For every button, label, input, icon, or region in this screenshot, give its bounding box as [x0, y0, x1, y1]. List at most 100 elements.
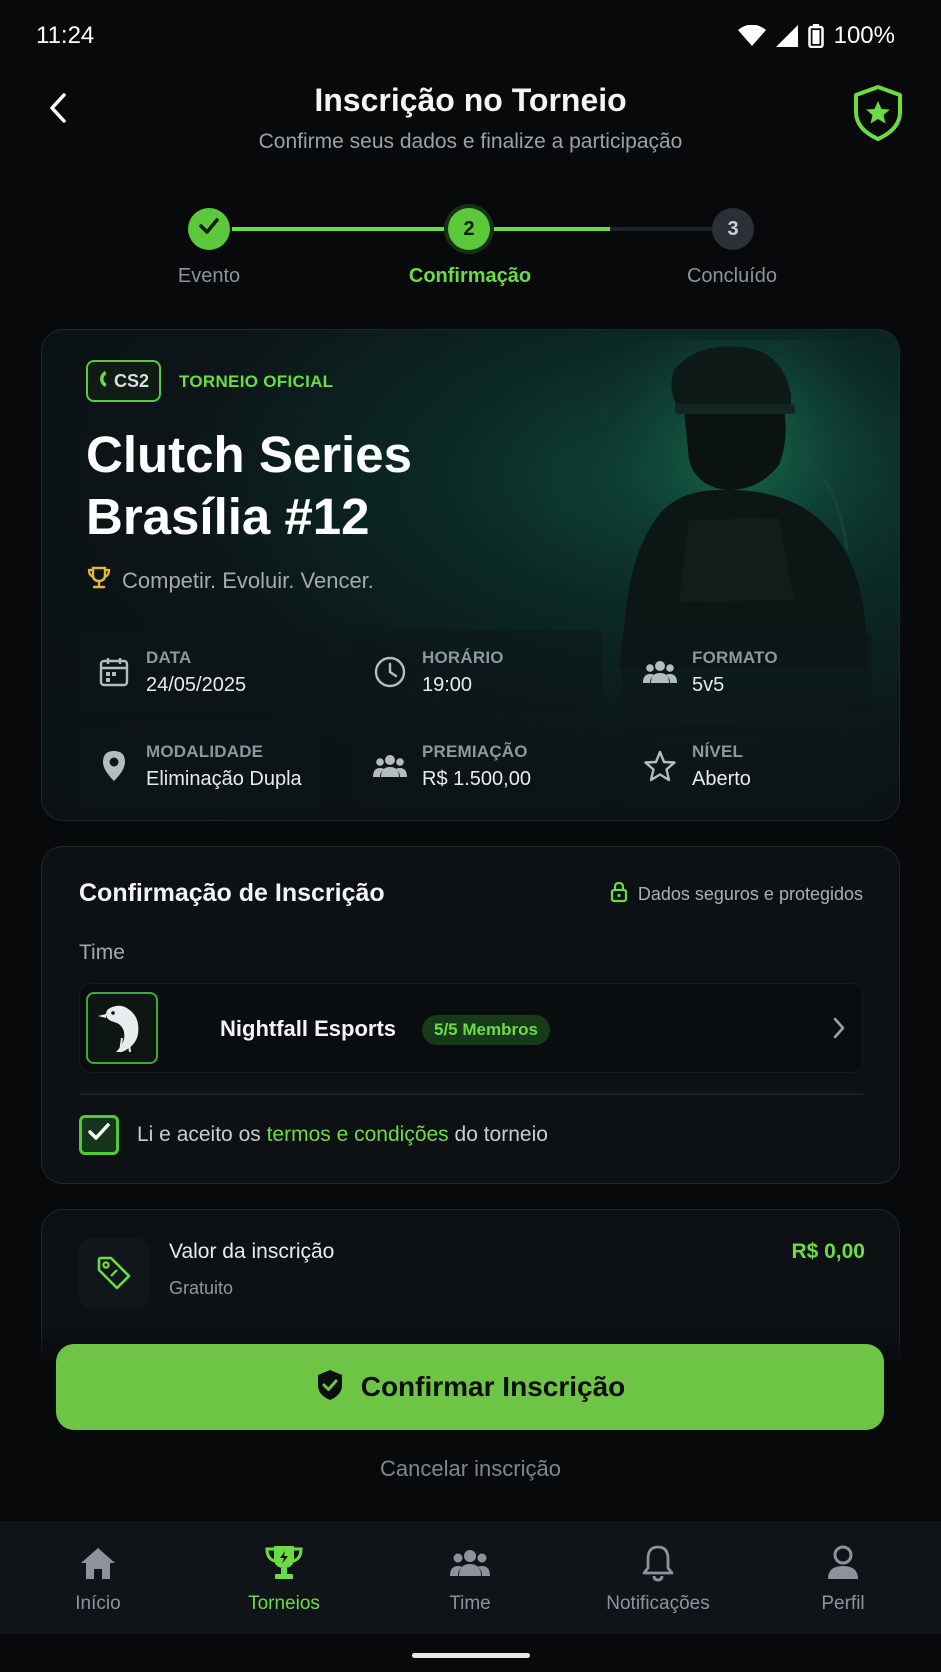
team-field-label: Time — [79, 941, 125, 964]
clock-icon — [372, 654, 408, 690]
info-label: FORMATO — [692, 647, 778, 667]
tagline-text: Competir. Evoluir. Vencer. — [122, 568, 374, 593]
divider — [79, 1093, 863, 1095]
status-bar: 11:24 100% — [0, 0, 941, 70]
home-icon — [18, 1541, 178, 1585]
info-level: NÍVEL Aberto — [622, 724, 872, 808]
step-1-done — [188, 208, 230, 250]
action-panel: Confirmar Inscrição Cancelar inscrição — [0, 1330, 941, 1520]
shield-star-icon — [851, 85, 905, 146]
step-2-current: 2 — [448, 208, 490, 250]
tab-label: Torneios — [248, 1593, 320, 1614]
info-label: MODALIDADE — [146, 741, 264, 761]
bottom-tab-bar: Início Torneios Time Notificações Perfil — [0, 1522, 941, 1634]
shield-star-button[interactable] — [851, 84, 905, 142]
page-title: Inscrição no Torneio — [314, 82, 627, 118]
tab-label: Perfil — [821, 1593, 865, 1614]
cancel-registration-link[interactable]: Cancelar inscrição — [0, 1456, 941, 1482]
bell-icon — [578, 1541, 738, 1585]
home-indicator[interactable] — [412, 1653, 530, 1658]
info-value: Aberto — [692, 767, 751, 790]
tab-inicio[interactable]: Início — [18, 1541, 178, 1615]
terms-acceptance: Li e aceito os termos e condições do tor… — [79, 1115, 548, 1155]
tab-label: Notificações — [606, 1593, 710, 1614]
profile-icon — [763, 1541, 923, 1585]
users-icon — [372, 748, 408, 784]
section-title: Confirmação de Inscrição — [79, 879, 385, 907]
info-value: Eliminação Dupla — [146, 767, 302, 790]
members-badge: 5/5 Membros — [422, 1015, 550, 1045]
game-badge: CS2 — [86, 360, 162, 402]
tab-notificacoes[interactable]: Notificações — [578, 1541, 738, 1615]
tab-label: Time — [449, 1593, 491, 1614]
info-label: HORÁRIO — [422, 647, 504, 667]
tab-perfil[interactable]: Perfil — [763, 1541, 923, 1615]
fee-value: R$ 0,00 — [791, 1240, 865, 1263]
terms-suffix: do torneio — [454, 1123, 548, 1146]
trophy-icon — [204, 1541, 364, 1585]
terms-prefix: Li e aceito os — [137, 1123, 261, 1146]
wifi-icon — [737, 25, 766, 47]
game-badge-label: CS2 — [114, 370, 150, 391]
users-icon — [642, 654, 678, 690]
step-connector — [232, 227, 444, 231]
tab-label: Início — [75, 1593, 121, 1614]
price-tag-icon — [79, 1238, 149, 1308]
confirm-button-label: Confirmar Inscrição — [360, 1371, 626, 1402]
event-title-line2: Brasília #12 — [86, 488, 370, 545]
phone-icon — [98, 370, 108, 393]
battery-level: 100% — [833, 22, 895, 49]
step-3-pending: 3 — [712, 208, 754, 250]
info-value: 19:00 — [422, 673, 473, 696]
info-value: R$ 1.500,00 — [422, 767, 531, 790]
signal-icon — [775, 25, 798, 47]
info-label: NÍVEL — [692, 741, 744, 761]
event-info-grid: DATA 24/05/2025 HORÁRIO 19:00 FORMATO 5v… — [76, 630, 876, 810]
team-name: Nightfall Esports — [220, 1016, 397, 1041]
secure-data-note: Dados seguros e protegidos — [610, 881, 863, 908]
calendar-icon — [96, 654, 132, 690]
team-icon — [390, 1541, 550, 1585]
info-prize: PREMIAÇÃO R$ 1.500,00 — [352, 724, 602, 808]
info-value: 24/05/2025 — [146, 673, 247, 696]
terms-text: Li e aceito os termos e condições do tor… — [137, 1123, 548, 1147]
trophy-icon — [86, 566, 112, 596]
info-mode: MODALIDADE Eliminação Dupla — [76, 724, 326, 808]
info-label: DATA — [146, 647, 192, 667]
info-time: HORÁRIO 19:00 — [352, 630, 602, 714]
terms-checkbox[interactable] — [79, 1115, 119, 1155]
page-header: Inscrição no Torneio Confirme seus dados… — [0, 72, 941, 172]
confirm-registration-button[interactable]: Confirmar Inscrição — [56, 1344, 884, 1430]
team-selector[interactable]: Nightfall Esports 5/5 Membros — [79, 983, 863, 1073]
info-label: PREMIAÇÃO — [422, 741, 528, 761]
event-title: Clutch Series Brasília #12 — [86, 424, 606, 548]
info-value: 5v5 — [692, 673, 725, 696]
step-label-evento: Evento — [177, 265, 241, 287]
star-icon — [642, 748, 678, 784]
checkmark-icon — [87, 1122, 111, 1148]
fee-sublabel: Gratuito — [169, 1278, 234, 1298]
battery-icon — [807, 24, 824, 48]
event-card: CS2 TORNEIO OFICIAL Clutch Series Brasíl… — [41, 329, 900, 821]
soldier-illustration — [579, 340, 879, 670]
official-tournament-label: TORNEIO OFICIAL — [179, 372, 334, 391]
tab-time[interactable]: Time — [390, 1541, 550, 1615]
tab-torneios[interactable]: Torneios — [204, 1541, 364, 1615]
event-tagline: Competir. Evoluir. Vencer. — [86, 566, 374, 596]
progress-stepper: 2 3 Evento Confirmação Concluído — [0, 205, 941, 295]
event-title-line1: Clutch Series — [86, 426, 412, 483]
chevron-right-icon — [832, 1016, 846, 1045]
team-logo — [86, 992, 158, 1064]
secure-label: Dados seguros e protegidos — [637, 884, 863, 904]
terms-link[interactable]: termos e condições — [267, 1123, 449, 1146]
location-pin-icon — [96, 748, 132, 784]
step-label-concluido: Concluído — [686, 265, 778, 287]
step-connector — [494, 227, 610, 231]
info-format: FORMATO 5v5 — [622, 630, 872, 714]
step-connector — [610, 227, 714, 231]
checkmark-icon — [198, 217, 220, 241]
fee-label: Valor da inscrição — [169, 1240, 335, 1263]
status-indicators: 100% — [737, 22, 895, 50]
page-subtitle: Confirme seus dados e finalize a partici… — [258, 130, 683, 153]
info-date: DATA 24/05/2025 — [76, 630, 326, 714]
